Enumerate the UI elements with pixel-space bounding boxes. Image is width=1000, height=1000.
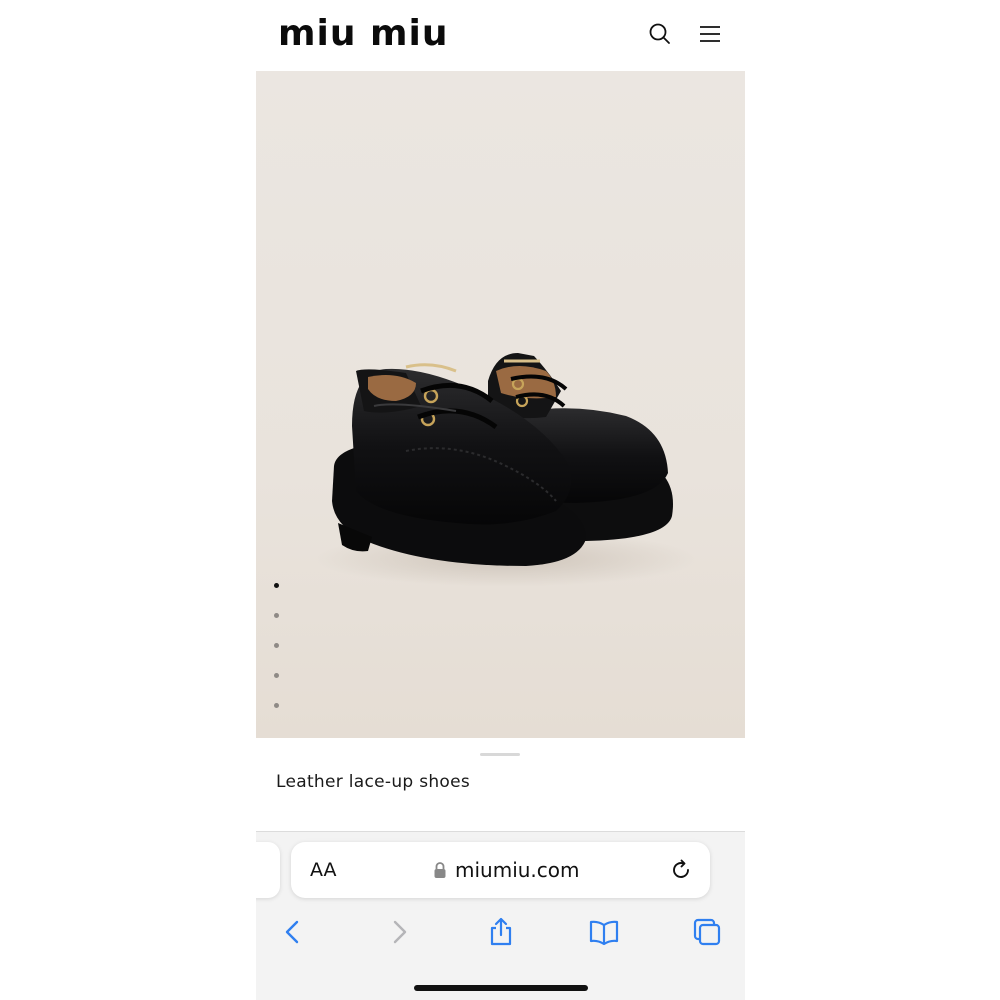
text-size-label: AA xyxy=(310,859,337,881)
product-image[interactable] xyxy=(256,71,745,738)
address-bar[interactable]: AA miumiu.com xyxy=(291,842,710,898)
brand-logo[interactable]: miu miu xyxy=(278,10,449,58)
url-display[interactable]: miumiu.com xyxy=(433,857,580,883)
bookmarks-icon[interactable] xyxy=(588,916,620,948)
carousel-dot-4[interactable] xyxy=(274,673,279,678)
carousel-dot-5[interactable] xyxy=(274,703,279,708)
hamburger-menu-icon[interactable] xyxy=(696,20,724,48)
reload-icon[interactable] xyxy=(669,858,693,882)
carousel-dot-3[interactable] xyxy=(274,643,279,648)
phone-screen: miu miu Leather lace-up shoes AA miumiu.… xyxy=(256,0,745,1000)
sheet-grabber[interactable] xyxy=(480,753,520,756)
url-text: miumiu.com xyxy=(455,858,580,882)
text-size-button[interactable]: AA xyxy=(310,859,337,881)
search-icon[interactable] xyxy=(646,20,674,48)
share-icon[interactable] xyxy=(485,916,517,948)
carousel-dot-1[interactable] xyxy=(274,583,279,588)
tabs-icon[interactable] xyxy=(691,916,723,948)
home-indicator[interactable] xyxy=(414,985,588,991)
browser-chrome: AA miumiu.com xyxy=(256,831,745,1000)
shoes-image xyxy=(316,353,696,587)
forward-icon[interactable] xyxy=(383,916,415,948)
product-info-sheet[interactable]: Leather lace-up shoes xyxy=(256,738,745,831)
back-icon[interactable] xyxy=(277,916,309,948)
product-title: Leather lace-up shoes xyxy=(276,772,471,792)
lock-icon xyxy=(434,862,446,878)
site-header: miu miu xyxy=(256,0,745,71)
carousel-dot-2[interactable] xyxy=(274,613,279,618)
previous-tab-bar[interactable] xyxy=(256,842,280,898)
